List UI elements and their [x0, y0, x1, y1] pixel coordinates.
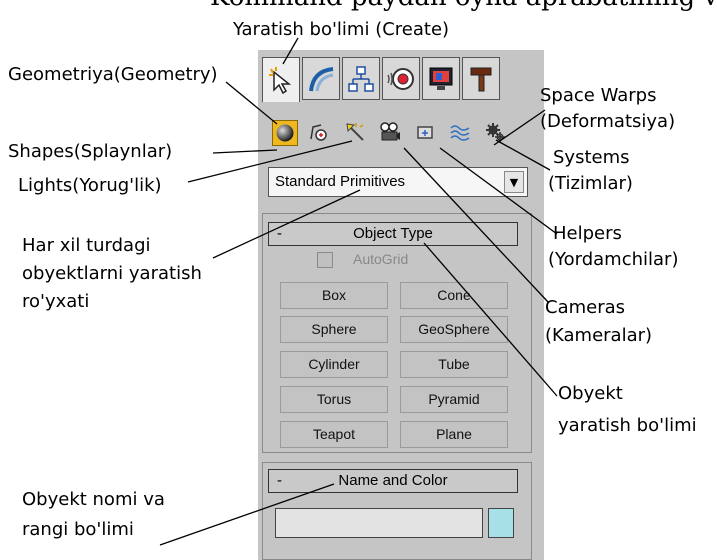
annotation-object-list-2: obyektlarni yaratish	[22, 263, 202, 284]
annotation-space-warps-2: (Deformatsiya)	[540, 111, 676, 132]
annotation-name-color-2: rangi bo'limi	[22, 519, 134, 540]
annotation-object-type-1: Obyekt	[558, 383, 623, 404]
annotation-systems-2: (Tizimlar)	[548, 173, 633, 194]
annotation-name-color-1: Obyekt nomi va	[22, 489, 165, 510]
annotation-systems-1: Systems	[553, 147, 630, 168]
annotation-cameras-2: (Kameralar)	[545, 325, 653, 346]
annotation-object-type-2: yaratish bo'limi	[558, 415, 697, 436]
annotation-helpers-2: (Yordamchilar)	[548, 249, 679, 270]
annotation-object-list-3: ro'yxati	[22, 291, 90, 312]
annotation-shapes: Shapes(Splaynlar)	[8, 141, 173, 162]
annotation-space-warps-1: Space Warps	[540, 85, 657, 106]
annotation-helpers-1: Helpers	[553, 223, 622, 244]
annotation-create: Yaratish bo'limi (Create)	[233, 19, 450, 40]
annotation-geometry: Geometriya(Geometry)	[8, 64, 218, 85]
annotation-lights: Lights(Yorug'lik)	[18, 175, 162, 196]
annotation-object-list-1: Har xil turdagi	[22, 235, 151, 256]
annotation-cameras-1: Cameras	[545, 297, 626, 318]
